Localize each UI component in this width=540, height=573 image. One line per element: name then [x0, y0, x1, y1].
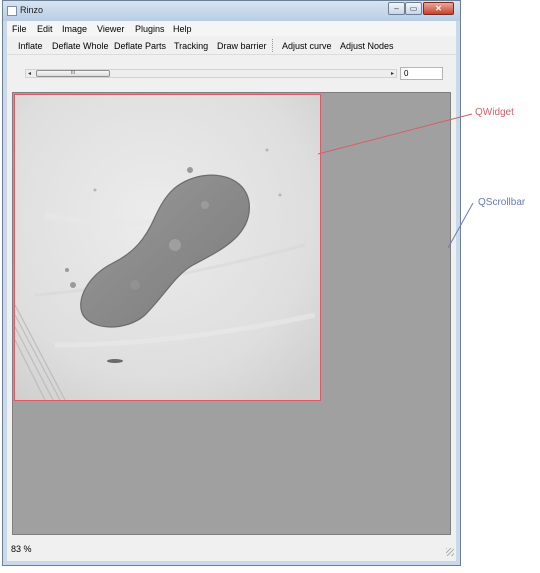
window-title: Rinzo: [20, 5, 44, 15]
qwidget-annotation: QWidget: [475, 107, 514, 118]
slider-thumb[interactable]: III: [36, 70, 110, 77]
toolbar: Inflate Deflate Whole Deflate Parts Trac…: [7, 37, 456, 55]
maximize-button[interactable]: ▭: [405, 2, 422, 15]
image-widget[interactable]: [14, 94, 321, 401]
menu-file[interactable]: File: [12, 24, 27, 34]
menu-help[interactable]: Help: [173, 24, 192, 34]
resize-grip[interactable]: [446, 548, 454, 556]
app-icon: [7, 6, 17, 16]
frame-slider[interactable]: ◂ III ▸: [25, 69, 397, 78]
toolbar-separator: [272, 39, 274, 52]
qscrollbar-annotation: QScrollbar: [478, 197, 526, 208]
minimize-button[interactable]: –: [388, 2, 405, 15]
adjust-nodes-button[interactable]: Adjust Nodes: [340, 41, 394, 51]
slider-left-arrow[interactable]: ◂: [28, 70, 31, 78]
draw-barrier-button[interactable]: Draw barrier: [217, 41, 267, 51]
frame-spinbox[interactable]: 0: [400, 67, 443, 80]
title-bar[interactable]: Rinzo – ▭ ✕: [3, 1, 460, 21]
deflate-parts-button[interactable]: Deflate Parts: [114, 41, 166, 51]
tracking-button[interactable]: Tracking: [174, 41, 208, 51]
client-area: File Edit Image Viewer Plugins Help Infl…: [7, 21, 456, 561]
menu-edit[interactable]: Edit: [37, 24, 53, 34]
zoom-level: 83 %: [11, 544, 32, 554]
app-window: Rinzo – ▭ ✕ File Edit Image Viewer Plugi…: [2, 0, 461, 566]
slider-right-arrow[interactable]: ▸: [391, 70, 394, 78]
menu-image[interactable]: Image: [62, 24, 87, 34]
image-scroll-area[interactable]: [12, 92, 451, 535]
adjust-curve-button[interactable]: Adjust curve: [282, 41, 332, 51]
status-bar: 83 %: [7, 538, 456, 558]
menu-bar: File Edit Image Viewer Plugins Help: [7, 21, 456, 36]
deflate-whole-button[interactable]: Deflate Whole: [52, 41, 109, 51]
menu-plugins[interactable]: Plugins: [135, 24, 165, 34]
close-button[interactable]: ✕: [423, 2, 454, 15]
menu-viewer[interactable]: Viewer: [97, 24, 124, 34]
inflate-button[interactable]: Inflate: [18, 41, 43, 51]
microscopy-image: [15, 95, 320, 400]
